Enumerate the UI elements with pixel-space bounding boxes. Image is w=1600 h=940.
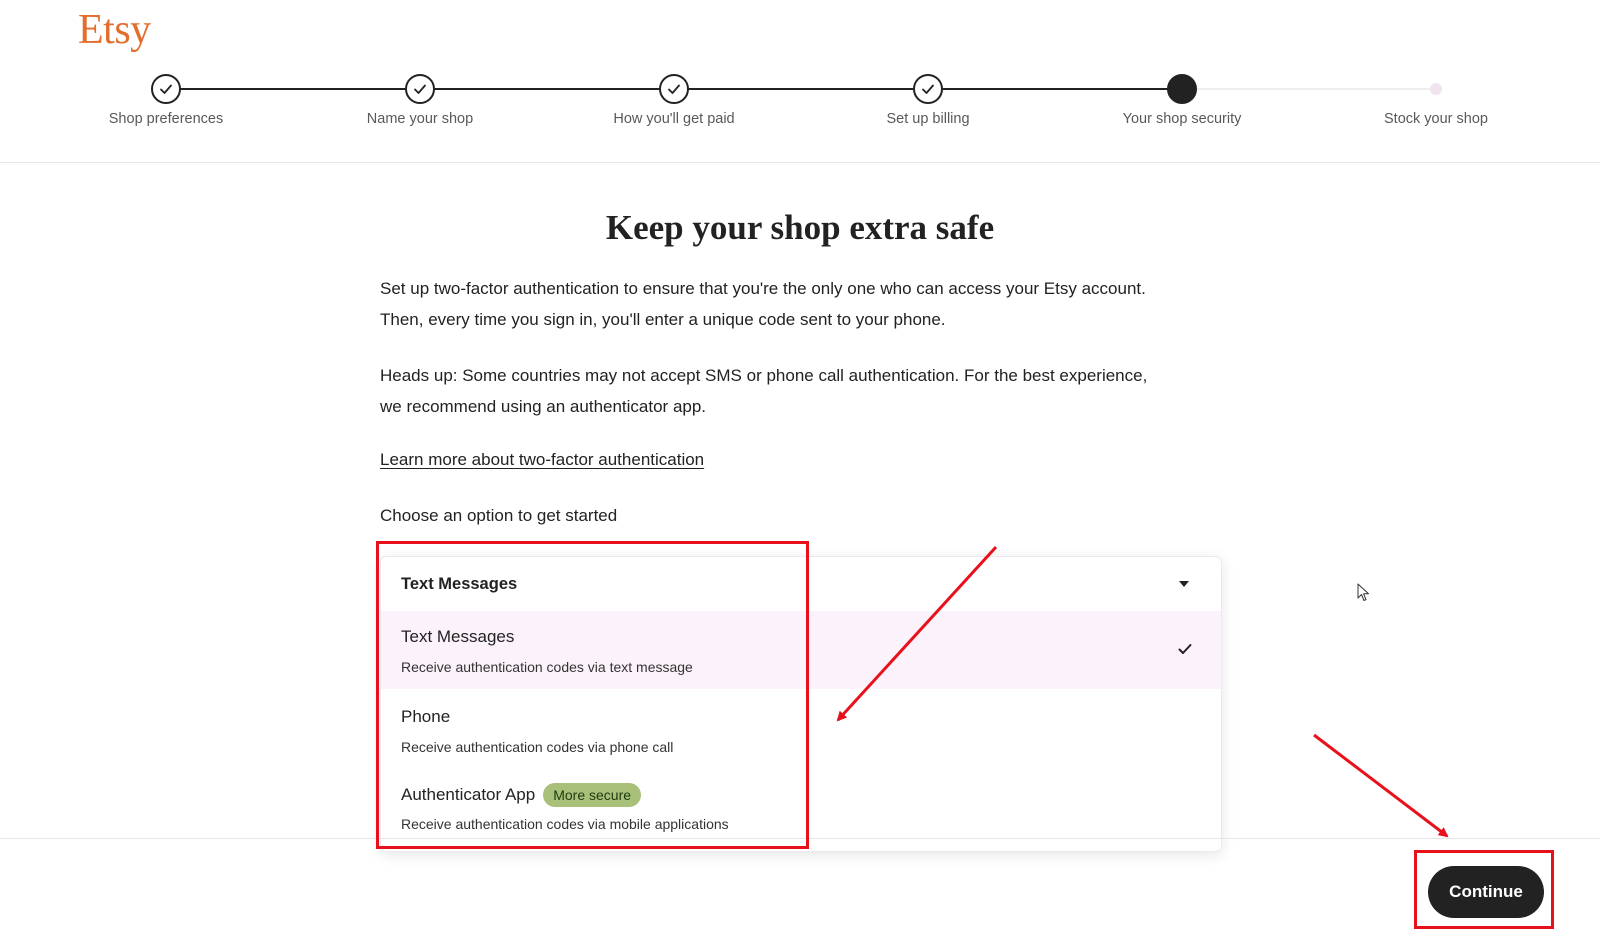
choose-option-label: Choose an option to get started xyxy=(380,506,618,525)
step-6-pending-dot xyxy=(1430,83,1442,95)
step-5-current-dot xyxy=(1167,74,1197,104)
annotation-box-options xyxy=(376,541,809,849)
progress-stepper: Shop preferences Name your shop How you'… xyxy=(0,0,1600,160)
step-2-check-icon xyxy=(405,74,435,104)
annotation-box-continue xyxy=(1414,850,1554,929)
intro-paragraph: Set up two-factor authentication to ensu… xyxy=(380,279,1146,329)
arrow-to-continue xyxy=(1313,733,1449,838)
heads-up-paragraph: Heads up: Some countries may not accept … xyxy=(380,366,1148,416)
step-1-check-icon xyxy=(151,74,181,104)
page-title: Keep your shop extra safe xyxy=(605,208,995,247)
step-label-name-your-shop: Name your shop xyxy=(366,111,474,127)
caret-down-icon[interactable] xyxy=(1179,581,1189,587)
step-label-shop-preferences: Shop preferences xyxy=(108,111,224,127)
header-divider xyxy=(0,162,1600,163)
step-3-check-icon xyxy=(659,74,689,104)
mouse-cursor-icon xyxy=(1357,583,1369,601)
step-4-check-icon xyxy=(913,74,943,104)
checkmark-icon xyxy=(1178,644,1192,654)
step-label-set-up-billing: Set up billing xyxy=(886,111,970,127)
step-label-how-youll-get-paid: How you'll get paid xyxy=(613,111,735,127)
step-label-your-shop-security: Your shop security xyxy=(1122,111,1242,127)
stepper-line-pending xyxy=(1179,88,1434,90)
step-label-stock-your-shop: Stock your shop xyxy=(1384,111,1488,127)
learn-more-link[interactable]: Learn more about two-factor authenticati… xyxy=(380,450,704,470)
